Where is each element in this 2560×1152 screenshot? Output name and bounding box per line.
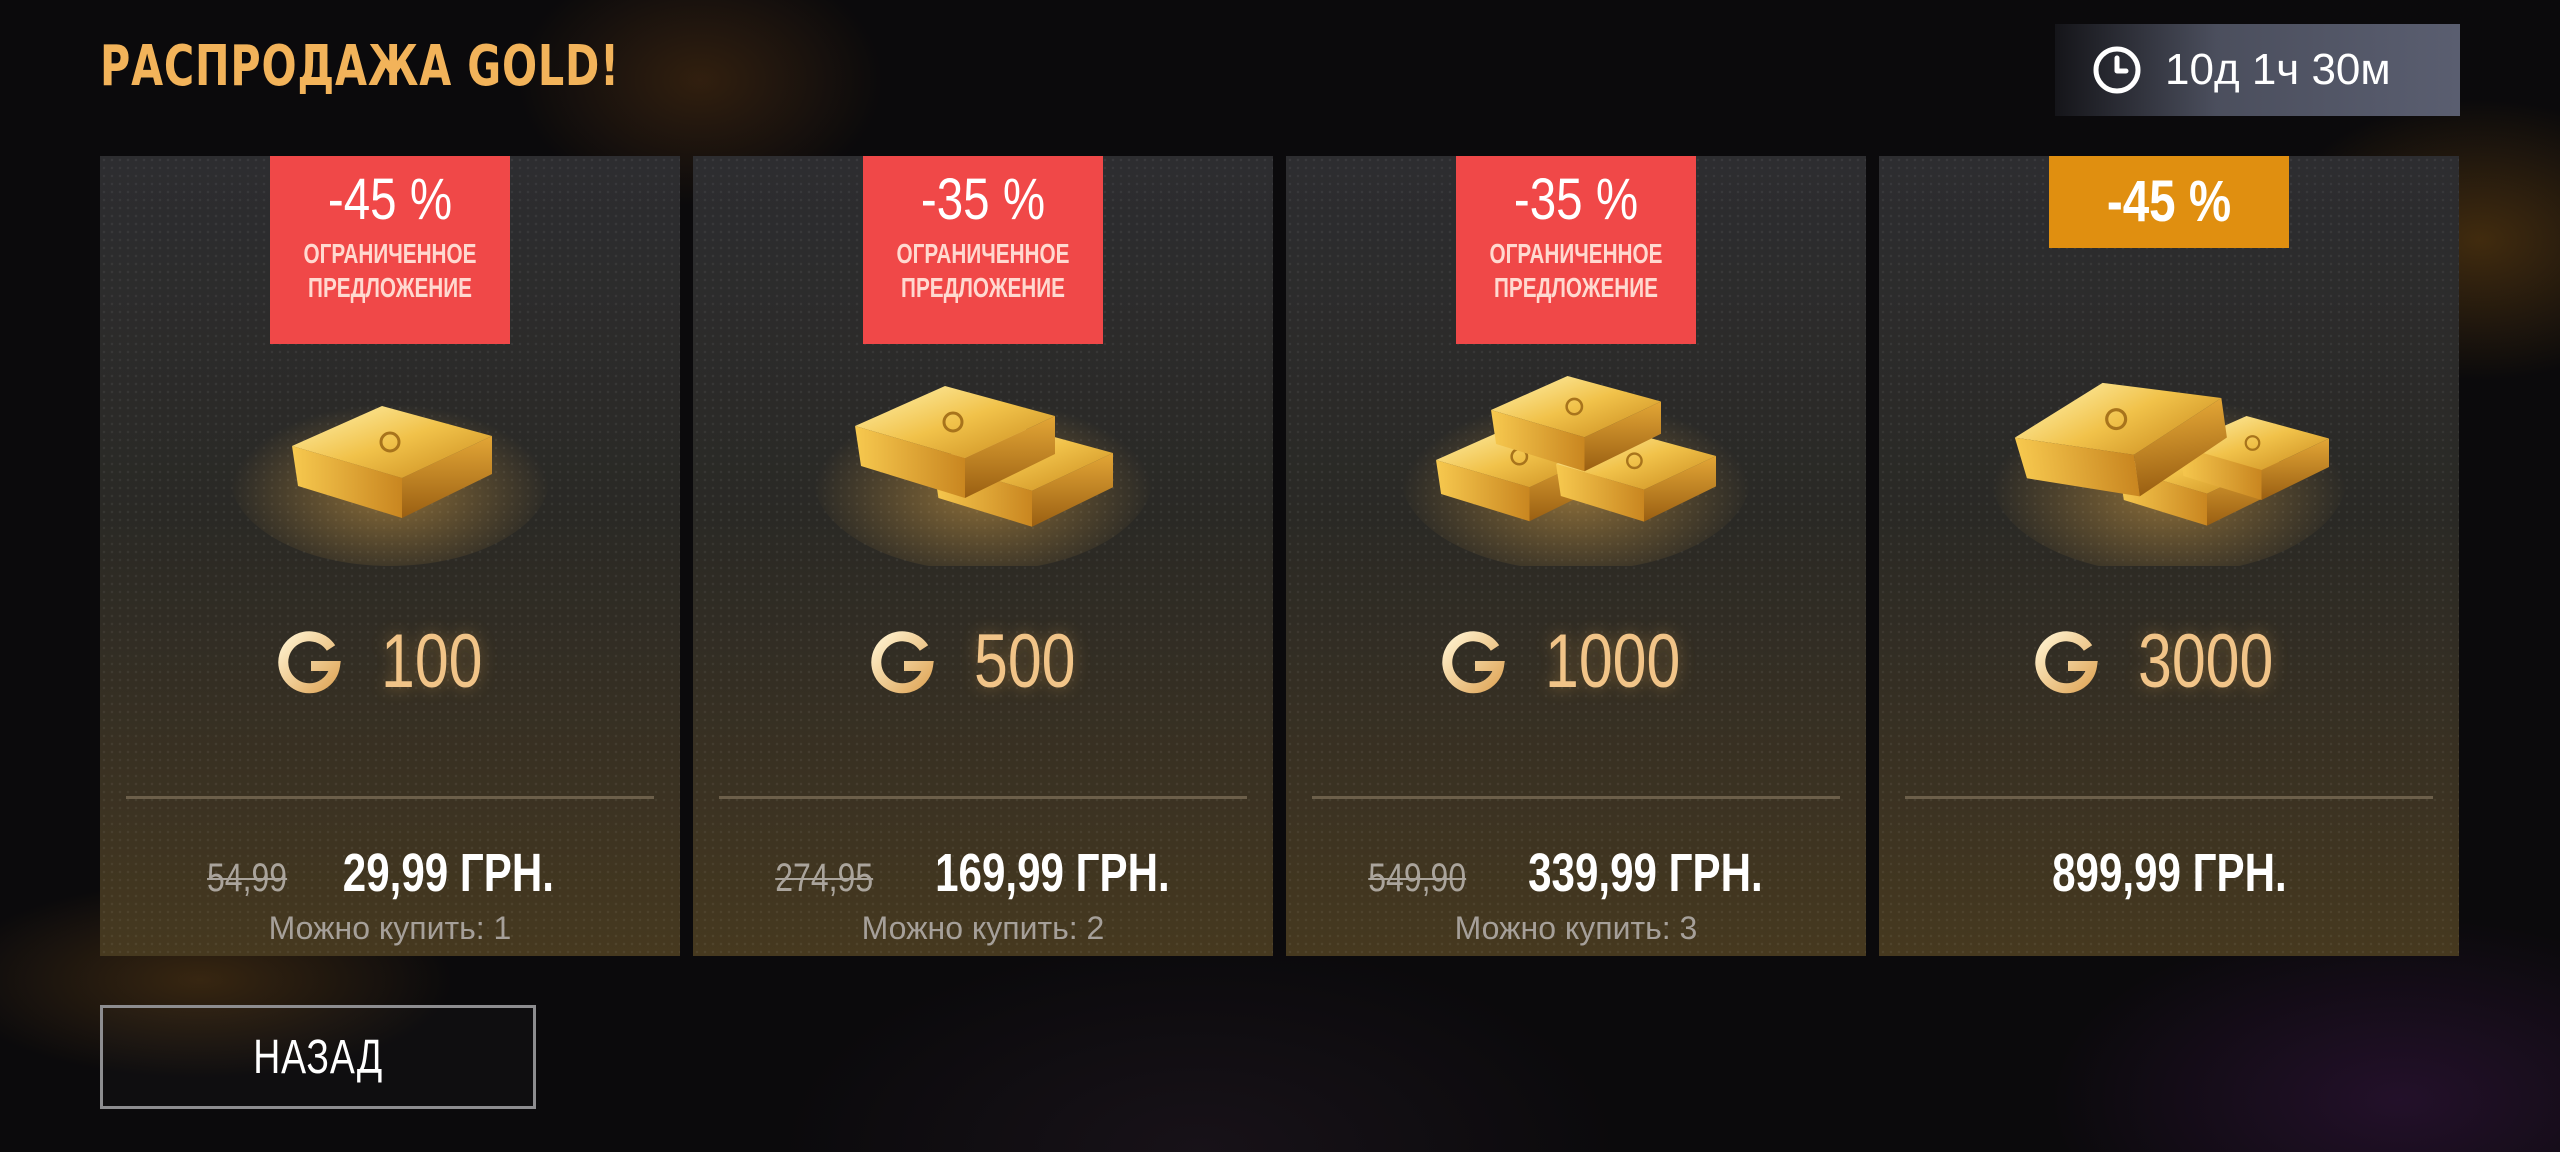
page-title: РАСПРОДАЖА GOLD! [100,34,620,99]
gold-bar-single-image [230,386,550,566]
offer-card-500[interactable]: -35 % ОГРАНИЧЕННОЕ ПРЕДЛОЖЕНИЕ 500 274,9… [693,156,1273,956]
price-row: 274,95 169,99 ГРН. [693,842,1273,904]
divider [126,796,654,799]
price: 29,99 ГРН. [342,843,554,903]
gold-g-icon [1442,630,1506,693]
timer-text: 10д 1ч 30м [2165,45,2391,94]
price-row: 54,99 29,99 ГРН. [100,842,680,904]
gold-amount: 100 [100,618,680,705]
sale-timer: 10д 1ч 30м [2055,24,2460,116]
price: 169,99 ГРН. [934,843,1170,903]
gold-amount: 500 [693,618,1273,705]
old-price: 54,99 [206,856,287,900]
gold-amount-value: 1000 [1545,619,1681,704]
gold-amount: 1000 [1286,618,1866,705]
purchase-limit: Можно купить: 2 [861,910,1105,946]
gold-g-icon [2035,630,2099,693]
offer-card-3000[interactable]: -45 % 3000 899,99 ГРН. [1879,156,2459,956]
purchase-limit: Можно купить: 3 [1454,910,1698,946]
old-price: 274,95 [775,856,874,900]
price: 899,99 ГРН. [2051,843,2287,903]
discount-badge: -35 % ОГРАНИЧЕННОЕ ПРЕДЛОЖЕНИЕ [863,156,1103,344]
divider [1905,796,2433,799]
price: 339,99 ГРН. [1527,843,1763,903]
discount-percent: -45 % [2106,169,2232,234]
back-button[interactable]: НАЗАД [100,1005,536,1109]
discount-badge: -45 % [2049,156,2289,248]
gold-amount: 3000 [1879,618,2459,705]
limited-offer-label: ОГРАНИЧЕННОЕ ПРЕДЛОЖЕНИЕ [303,238,477,303]
back-button-label: НАЗАД [253,1030,383,1084]
gold-bars-stack-image [1401,374,1751,566]
gold-bars-two-image [813,381,1153,566]
discount-percent: -45 % [327,167,453,232]
gold-g-icon [277,630,341,693]
offer-card-1000[interactable]: -35 % ОГРАНИЧЕННОЕ ПРЕДЛОЖЕНИЕ 1000 549,… [1286,156,1866,956]
gold-g-icon [870,630,934,693]
old-price: 549,90 [1368,856,1467,900]
limited-offer-label: ОГРАНИЧЕННОЕ ПРЕДЛОЖЕНИЕ [1489,238,1663,303]
gold-bars-pile-image [1991,365,2347,566]
limited-offer-label: ОГРАНИЧЕННОЕ ПРЕДЛОЖЕНИЕ [896,238,1070,303]
clock-icon [2093,46,2141,94]
purchase-limit: Можно купить: 1 [268,910,512,946]
divider [1312,796,1840,799]
discount-percent: -35 % [920,167,1046,232]
discount-percent: -35 % [1513,167,1639,232]
offer-card-100[interactable]: -45 % ОГРАНИЧЕННОЕ ПРЕДЛОЖЕНИЕ 100 54,99… [100,156,680,956]
divider [719,796,1247,799]
gold-amount-value: 500 [973,619,1076,704]
price-row: 899,99 ГРН. [1879,842,2459,904]
discount-badge: -45 % ОГРАНИЧЕННОЕ ПРЕДЛОЖЕНИЕ [270,156,510,344]
price-row: 549,90 339,99 ГРН. [1286,842,1866,904]
gold-amount-value: 3000 [2138,619,2274,704]
discount-badge: -35 % ОГРАНИЧЕННОЕ ПРЕДЛОЖЕНИЕ [1456,156,1696,344]
gold-amount-value: 100 [380,619,483,704]
